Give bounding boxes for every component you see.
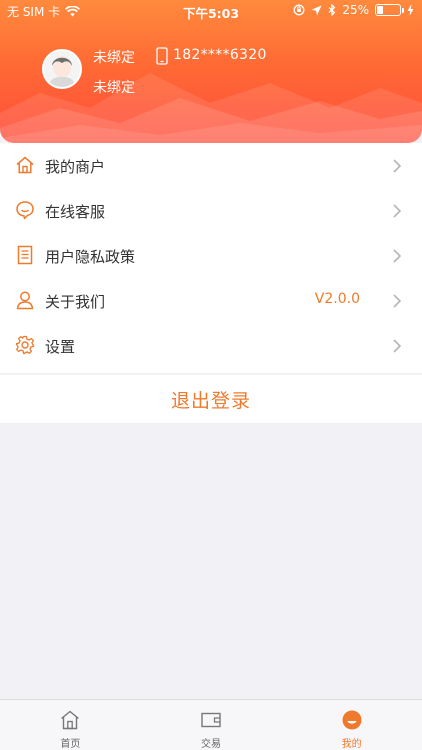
menu-item-my-merchant[interactable]: 我的商户 (0, 143, 422, 188)
tab-mine[interactable]: 我的 (281, 700, 422, 750)
profile-merchant: 未绑定 (93, 80, 135, 96)
menu-item-label: 关于我们 (45, 293, 106, 311)
tab-home[interactable]: 首页 (0, 700, 141, 750)
avatar[interactable] (42, 49, 82, 89)
tab-transactions[interactable]: 交易 (141, 700, 282, 750)
profile-phone: 182****6320 (173, 47, 267, 63)
menu-item-label: 我的商户 (45, 158, 106, 176)
bluetooth-icon (328, 4, 336, 16)
menu-item-label: 设置 (45, 338, 76, 356)
menu-item-online-service[interactable]: 在线客服 (0, 188, 422, 233)
location-arrow-icon (311, 5, 322, 15)
app-version: V2.0.0 (314, 291, 360, 307)
avatar-face-icon (44, 51, 80, 87)
menu-item-label: 在线客服 (45, 203, 106, 221)
home-icon (16, 156, 34, 174)
menu-item-about-us[interactable]: 关于我们 V2.0.0 (0, 278, 422, 323)
menu-list: 我的商户 在线客服 用户隐私政策 关于我们 V2.0.0 设置 (0, 143, 422, 373)
menu-item-settings[interactable]: 设置 (0, 323, 422, 368)
profile-name: 未绑定 (93, 50, 135, 66)
wallet-icon (201, 712, 221, 728)
user-icon (16, 291, 34, 310)
battery-icon (375, 4, 404, 16)
chevron-right-icon (393, 339, 402, 353)
chevron-right-icon (393, 159, 402, 173)
chevron-right-icon (393, 294, 402, 308)
menu-item-privacy-policy[interactable]: 用户隐私政策 (0, 233, 422, 278)
chevron-right-icon (393, 249, 402, 263)
battery-level-fill (377, 6, 383, 14)
logout-button[interactable]: 退出登录 (0, 375, 422, 423)
menu-spacer (0, 368, 422, 373)
phone-icon (156, 47, 168, 65)
menu-item-label: 用户隐私政策 (45, 248, 136, 266)
tab-label: 交易 (201, 739, 221, 750)
orientation-lock-icon (293, 4, 305, 16)
document-icon (17, 245, 33, 265)
status-bar: 无 SIM 卡 下午5:03 25% (0, 0, 422, 22)
tab-label: 首页 (60, 739, 81, 750)
profile-tab-icon (342, 710, 362, 730)
chat-bubble-icon (16, 201, 34, 220)
battery-percent: 25% (342, 3, 369, 17)
gear-icon (15, 335, 35, 355)
chevron-right-icon (393, 204, 402, 218)
charging-bolt-icon (407, 4, 414, 16)
tab-bar: 首页 交易 我的 (0, 699, 422, 750)
tab-label: 我的 (341, 739, 362, 750)
home-tab-icon (61, 710, 80, 730)
